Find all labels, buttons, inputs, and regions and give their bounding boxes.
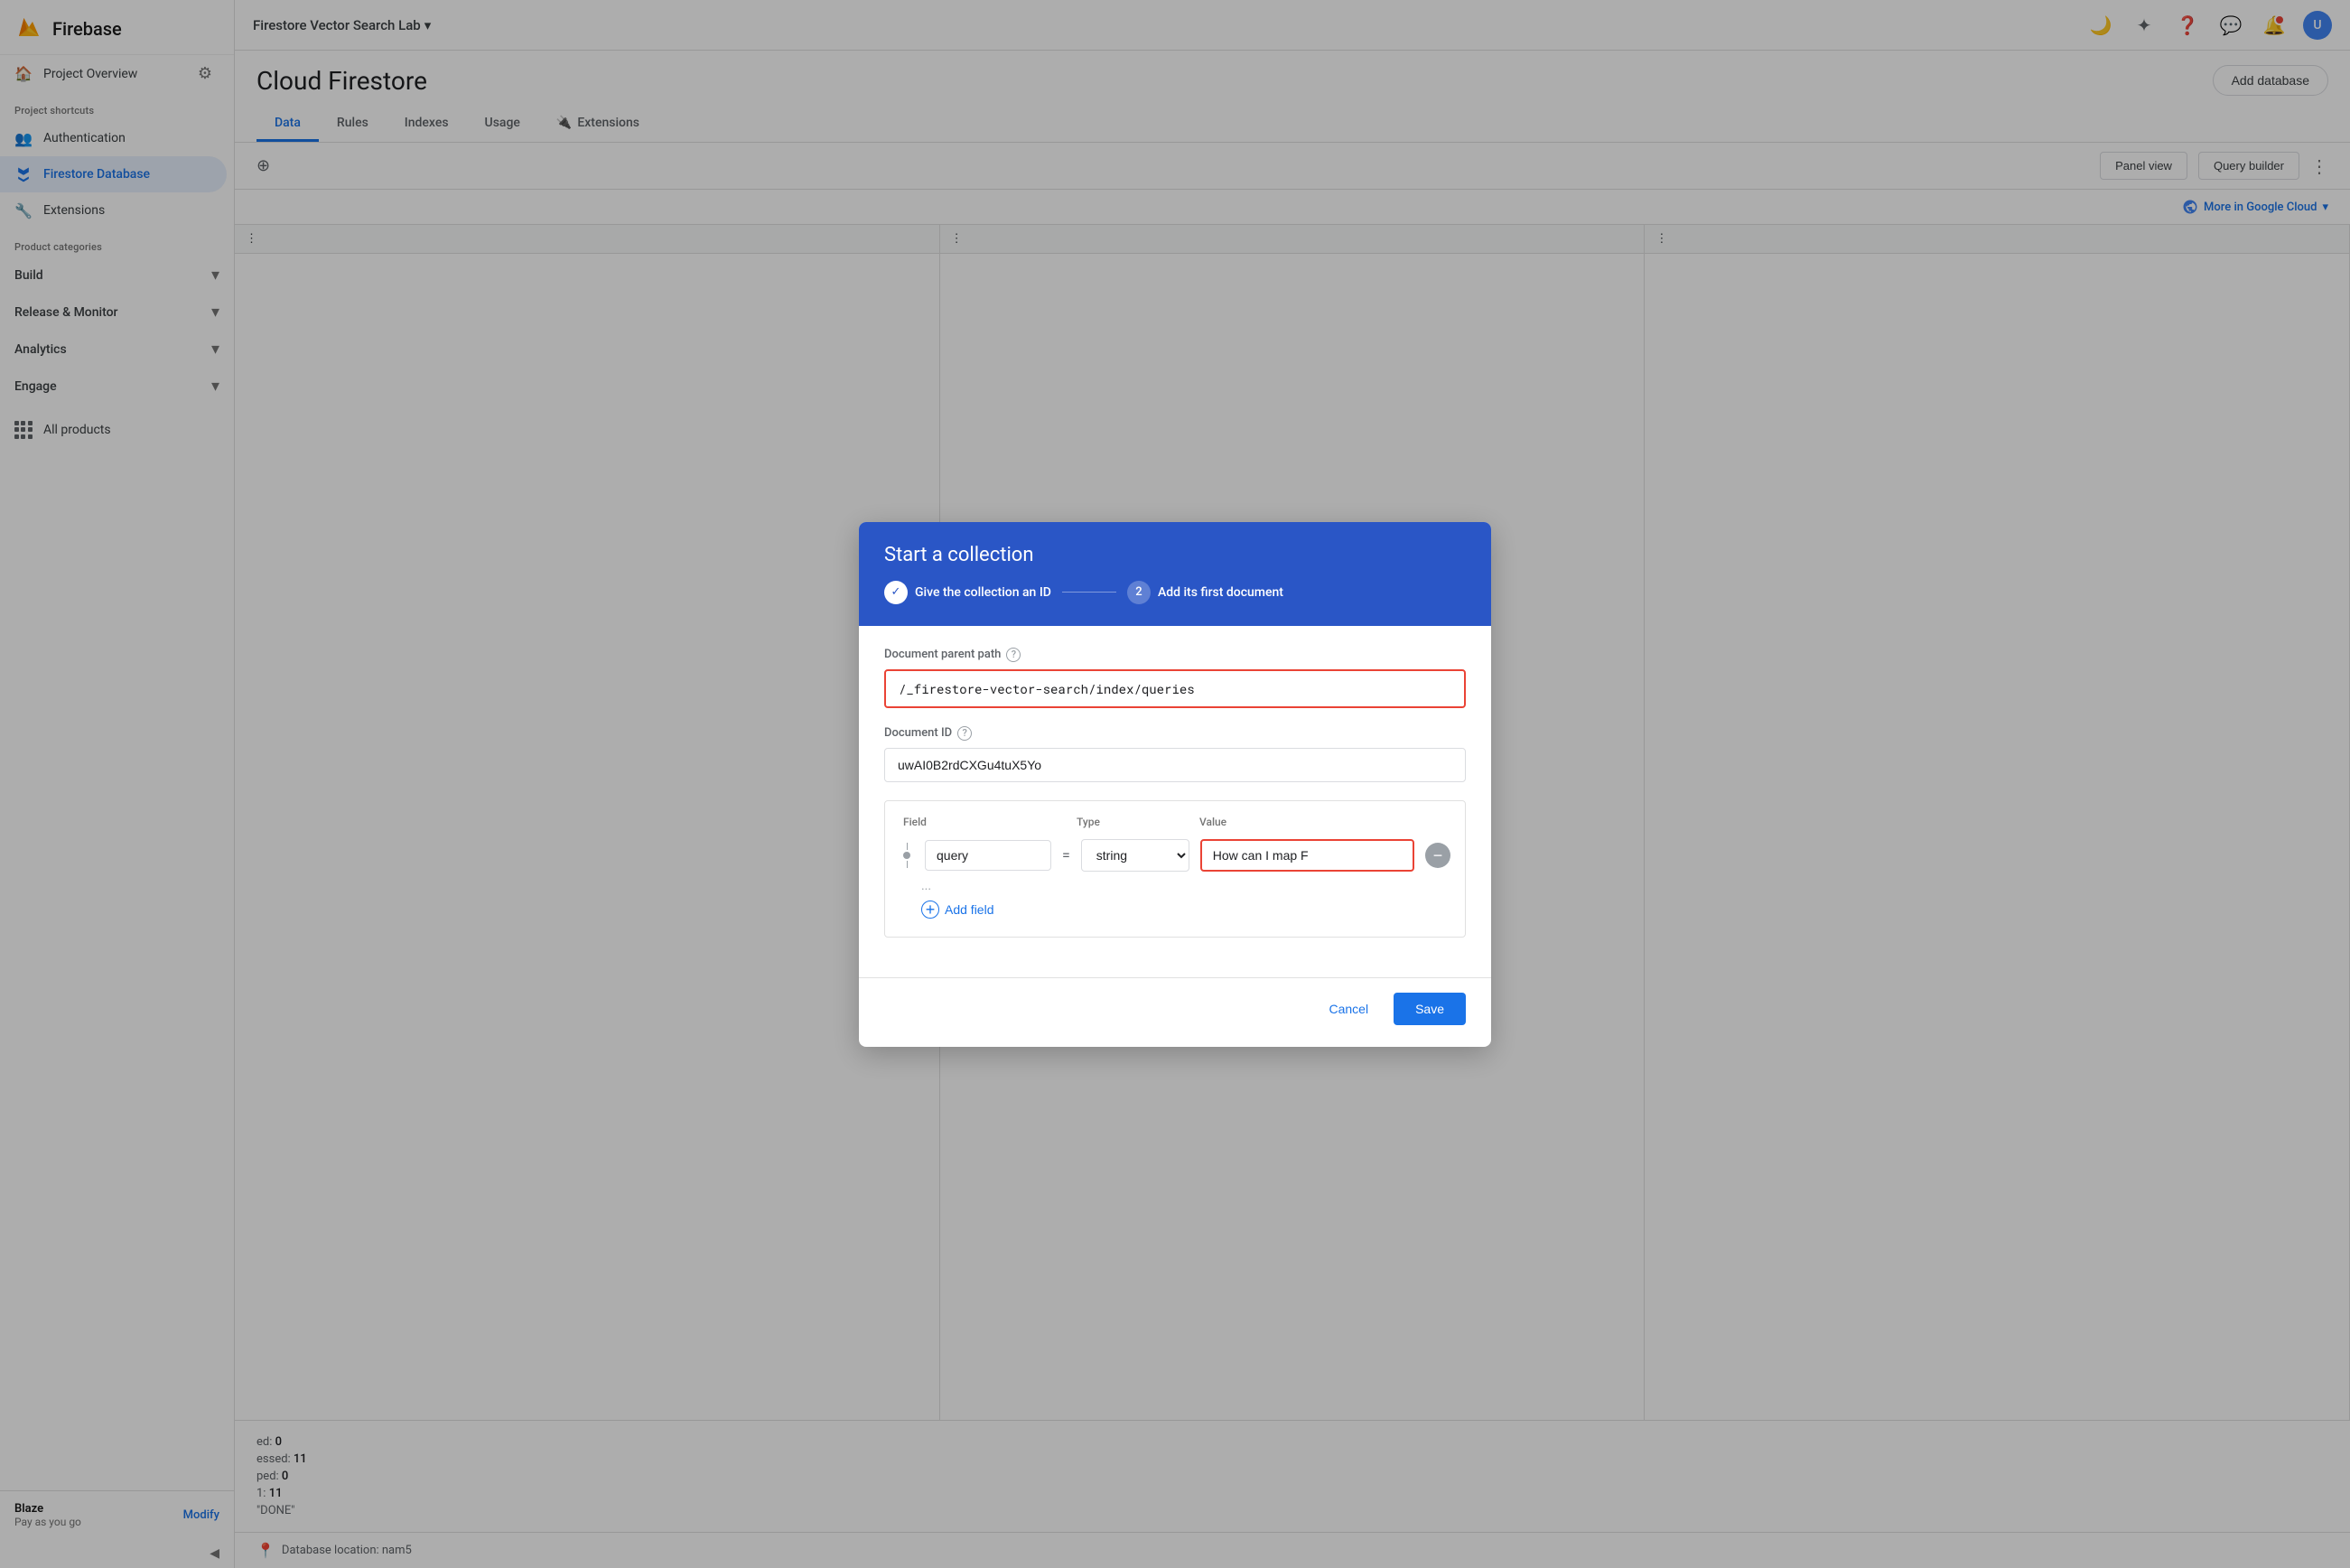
step-1-circle: ✓	[884, 581, 908, 604]
cancel-button[interactable]: Cancel	[1314, 994, 1383, 1023]
step-2-circle: 2	[1127, 581, 1151, 604]
doc-parent-path-group: Document parent path ?	[884, 648, 1466, 708]
add-field-dots: ···	[921, 882, 931, 897]
modal-footer: Cancel Save	[859, 977, 1491, 1047]
type-column-header: Type	[1077, 816, 1185, 828]
doc-parent-path-label: Document parent path ?	[884, 648, 1466, 662]
modal-overlay: Start a collection ✓ Give the collection…	[0, 0, 2350, 1568]
field-value-input[interactable]	[1200, 839, 1414, 872]
step-1-label: Give the collection an ID	[915, 585, 1051, 600]
step-divider	[1062, 592, 1116, 593]
field-row-1: = string number boolean map array null t…	[900, 839, 1450, 872]
add-field-plus-icon: +	[921, 901, 939, 919]
add-field-label: Add field	[945, 902, 993, 917]
doc-id-label: Document ID ?	[884, 726, 1466, 741]
start-collection-modal: Start a collection ✓ Give the collection…	[859, 522, 1491, 1047]
doc-parent-path-help-icon[interactable]: ?	[1006, 648, 1021, 662]
save-button[interactable]: Save	[1394, 993, 1466, 1025]
field-name-input[interactable]	[925, 840, 1051, 871]
step-1: ✓ Give the collection an ID	[884, 581, 1051, 604]
step-2: 2 Add its first document	[1127, 581, 1283, 604]
doc-id-help-icon[interactable]: ?	[957, 726, 972, 741]
field-dot	[903, 852, 910, 859]
value-column-header: Value	[1199, 816, 1450, 828]
remove-field-button[interactable]: −	[1425, 843, 1450, 868]
add-field-button[interactable]: + Add field	[921, 897, 993, 922]
equals-icon: =	[1062, 846, 1070, 863]
doc-parent-path-input[interactable]	[884, 669, 1466, 708]
fields-section: Field Type Value = string number	[884, 800, 1466, 938]
add-field-section: ··· + Add field	[900, 882, 1450, 922]
field-connector	[900, 843, 914, 868]
modal-body: Document parent path ? Document ID ? Fie…	[859, 626, 1491, 977]
field-type-select[interactable]: string number boolean map array null tim…	[1081, 839, 1189, 872]
doc-id-input[interactable]	[884, 748, 1466, 782]
modal-header: Start a collection ✓ Give the collection…	[859, 522, 1491, 626]
step-2-label: Add its first document	[1158, 585, 1283, 600]
doc-id-group: Document ID ?	[884, 726, 1466, 782]
fields-header: Field Type Value	[900, 816, 1450, 828]
field-column-header: Field	[903, 816, 1030, 828]
modal-title: Start a collection	[884, 544, 1466, 566]
modal-steps: ✓ Give the collection an ID 2 Add its fi…	[884, 581, 1466, 604]
